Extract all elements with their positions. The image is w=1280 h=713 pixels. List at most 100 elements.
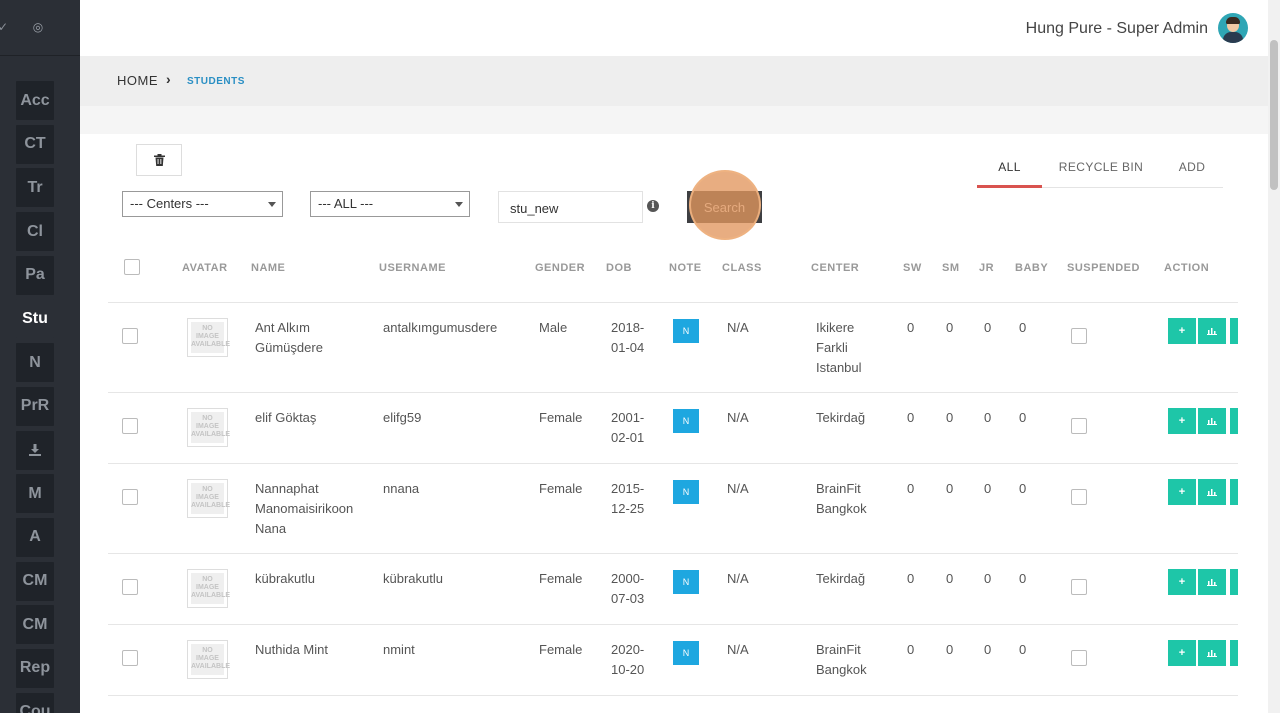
select-all-checkbox[interactable]: [124, 259, 140, 275]
cell-jr: 0: [984, 410, 992, 425]
suspended-checkbox[interactable]: [1071, 489, 1087, 505]
suspended-checkbox[interactable]: [1071, 328, 1087, 344]
cell-sm: 0: [946, 571, 954, 586]
scrollbar-thumb[interactable]: [1270, 40, 1278, 190]
suspended-checkbox[interactable]: [1071, 418, 1087, 434]
col-class: CLASS: [722, 262, 762, 274]
search-input-value: stu_new: [510, 201, 559, 216]
col-center: CENTER: [811, 262, 860, 274]
cell-center: Tekirdağ: [816, 571, 866, 586]
suspended-checkbox[interactable]: [1071, 650, 1087, 666]
add-button[interactable]: +: [1168, 479, 1196, 505]
sidebar-item-label: PrR: [20, 397, 50, 415]
sidebar-item-label: CT: [24, 135, 46, 153]
bar-chart-icon: [1207, 418, 1217, 425]
add-button[interactable]: +: [1168, 569, 1196, 595]
row-checkbox[interactable]: [122, 650, 138, 666]
note-button[interactable]: N: [673, 570, 699, 594]
bar-chart-icon: [1207, 328, 1217, 335]
centers-select-value: --- Centers ---: [130, 196, 209, 211]
tab-recycle-bin[interactable]: RECYCLE BIN: [1052, 152, 1150, 188]
sidebar-item-m[interactable]: M: [16, 474, 54, 514]
sidebar-item-cou[interactable]: Cou: [16, 692, 54, 713]
centers-select[interactable]: --- Centers ---: [122, 191, 283, 217]
more-action-button[interactable]: [1230, 318, 1238, 344]
search-button[interactable]: Search: [687, 191, 762, 223]
sidebar-item-ct[interactable]: CT: [16, 124, 54, 164]
col-action: ACTION: [1164, 262, 1210, 274]
note-button[interactable]: N: [673, 409, 699, 433]
sidebar-item-acc[interactable]: Acc: [16, 81, 54, 120]
user-name[interactable]: Hung Pure - Super Admin: [1026, 20, 1208, 38]
row-checkbox[interactable]: [122, 489, 138, 505]
cell-username: antalkımgumusdere: [383, 320, 498, 335]
col-note: NOTE: [669, 262, 702, 274]
table-body: NO IMAGE AVAILABLE Ant Alkım Gümüşdere ant…: [108, 303, 1238, 696]
tab-all[interactable]: ALL: [977, 152, 1042, 188]
sidebar-item-label: Stu: [22, 309, 48, 327]
sidebar-menu: Acc CT Tr Cl Pa Stu N PrR M A CM CM Rep Cou: [16, 81, 54, 713]
sidebar-item-download[interactable]: [16, 430, 54, 470]
bar-chart-icon: [1207, 650, 1217, 657]
cell-center: BrainFit Bangkok: [816, 642, 867, 677]
sidebar-item-stu[interactable]: Stu: [16, 299, 54, 339]
cell-name[interactable]: Ant Alkım Gümüşdere: [255, 318, 365, 358]
check-icon[interactable]: ✓: [0, 20, 8, 34]
cell-class: N/A: [727, 642, 749, 657]
sidebar-item-pa[interactable]: Pa: [16, 255, 54, 295]
download-icon: [29, 444, 41, 456]
more-action-button[interactable]: [1230, 479, 1238, 505]
add-button[interactable]: +: [1168, 408, 1196, 434]
more-action-button[interactable]: [1230, 569, 1238, 595]
note-button[interactable]: N: [673, 319, 699, 343]
settings-dot-icon[interactable]: ◎: [31, 20, 45, 34]
note-button[interactable]: N: [673, 480, 699, 504]
note-button-label: N: [682, 487, 690, 497]
sidebar-item-cm-11[interactable]: CM: [16, 561, 54, 601]
more-action-button[interactable]: [1230, 640, 1238, 666]
cell-baby: 0: [1019, 642, 1027, 657]
cell-sm: 0: [946, 320, 954, 335]
sidebar-item-tr[interactable]: Tr: [16, 168, 54, 208]
note-button[interactable]: N: [673, 641, 699, 665]
cell-name[interactable]: Nannaphat Manomaisirikoon Nana: [255, 479, 365, 539]
col-username: USERNAME: [379, 262, 446, 274]
breadcrumb-home[interactable]: HOME: [117, 73, 158, 88]
tab-add[interactable]: ADD: [1170, 152, 1214, 188]
sidebar-item-n[interactable]: N: [16, 343, 54, 383]
row-checkbox[interactable]: [122, 418, 138, 434]
cell-name[interactable]: elif Göktaş: [255, 408, 365, 428]
more-action-button[interactable]: [1230, 408, 1238, 434]
report-button[interactable]: [1198, 408, 1226, 434]
delete-button[interactable]: [136, 144, 182, 176]
status-select[interactable]: --- ALL ---: [310, 191, 470, 217]
sidebar-item-cl[interactable]: Cl: [16, 212, 54, 252]
cell-name[interactable]: Nuthida Mint: [255, 640, 365, 660]
row-checkbox[interactable]: [122, 579, 138, 595]
scrollbar[interactable]: [1268, 0, 1280, 713]
sidebar-item-rep[interactable]: Rep: [16, 648, 54, 688]
avatar[interactable]: [1218, 13, 1248, 43]
report-button[interactable]: [1198, 640, 1226, 666]
add-button[interactable]: +: [1168, 318, 1196, 344]
suspended-checkbox[interactable]: [1071, 579, 1087, 595]
row-checkbox[interactable]: [122, 328, 138, 344]
avatar-placeholder-text: NO IMAGE AVAILABLE: [191, 573, 230, 604]
info-icon[interactable]: i: [647, 200, 659, 212]
note-button-label: N: [682, 648, 690, 658]
breadcrumb-current[interactable]: STUDENTS: [187, 76, 245, 87]
sidebar-item-a[interactable]: A: [16, 517, 54, 557]
cell-name[interactable]: kübrakutlu: [255, 569, 365, 589]
cell-center: Ikikere Farkli Istanbul: [816, 320, 862, 375]
add-button[interactable]: +: [1168, 640, 1196, 666]
sidebar-item-cm-12[interactable]: CM: [16, 605, 54, 645]
table-row: NO IMAGE AVAILABLE elif Göktaş elifg59 Fema…: [108, 393, 1238, 464]
avatar-placeholder: NO IMAGE AVAILABLE: [187, 479, 230, 518]
report-button[interactable]: [1198, 569, 1226, 595]
col-suspended: SUSPENDED: [1067, 262, 1140, 274]
search-input[interactable]: stu_new: [498, 191, 643, 223]
report-button[interactable]: [1198, 479, 1226, 505]
sidebar-item-label: CM: [22, 572, 48, 590]
sidebar-item-prr[interactable]: PrR: [16, 386, 54, 426]
report-button[interactable]: [1198, 318, 1226, 344]
